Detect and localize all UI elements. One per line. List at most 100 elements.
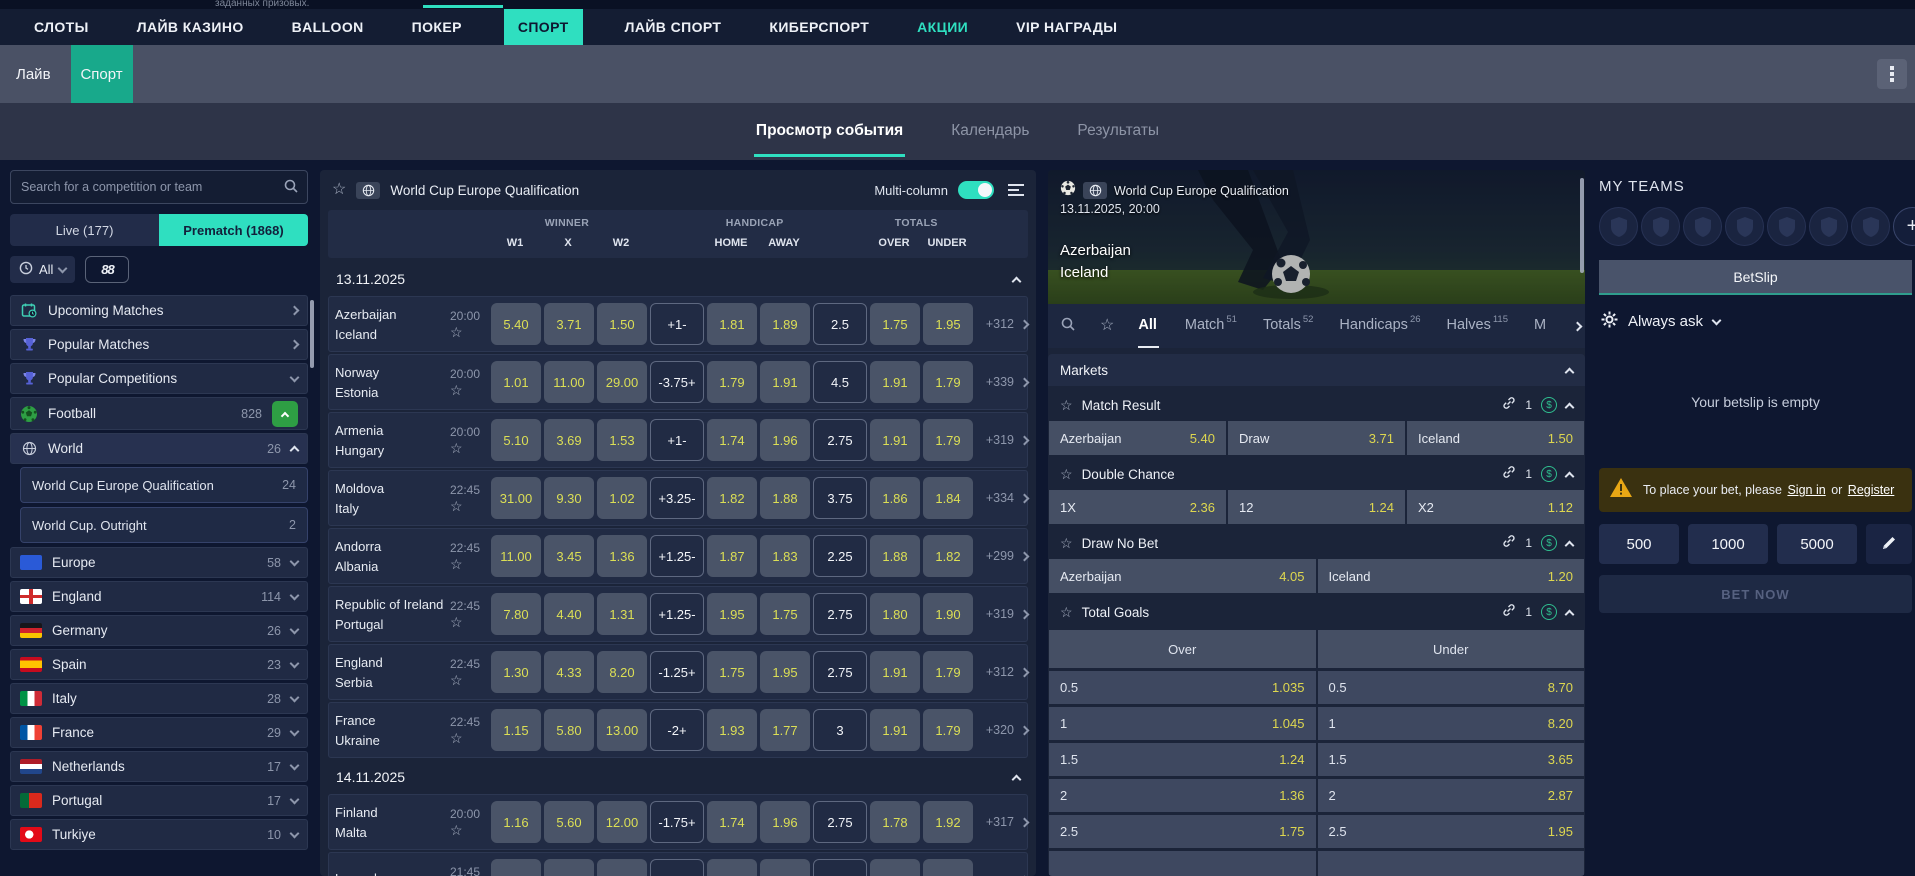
odds-w1-button[interactable]: 1.30 xyxy=(491,651,541,693)
favorite-star-icon[interactable]: ☆ xyxy=(450,325,463,339)
odds-x-button[interactable]: 4.40 xyxy=(544,593,594,635)
odds-w2-button[interactable]: 1.50 xyxy=(597,303,647,345)
under-odds-button[interactable]: 1.5 3.65 xyxy=(1318,743,1585,776)
odds-x-button[interactable]: 3.45 xyxy=(544,535,594,577)
sidebar-scrollbar-thumb[interactable] xyxy=(310,300,314,368)
detail-scrollbar-thumb[interactable] xyxy=(1580,178,1584,273)
match-teams[interactable]: England Serbia xyxy=(335,654,447,691)
stake-1000-button[interactable]: 1000 xyxy=(1688,524,1768,564)
time-filter-dropdown[interactable]: All xyxy=(10,256,75,283)
odds-handicap-away-button[interactable]: 1.96 xyxy=(760,419,810,461)
nav-item[interactable]: ЛАЙВ СПОРТ xyxy=(619,9,728,45)
market-tab[interactable]: Handicaps26 xyxy=(1339,304,1420,348)
odds-over-button[interactable]: 1.86 xyxy=(870,477,920,519)
team-shield-slot[interactable] xyxy=(1641,207,1680,246)
add-team-button[interactable]: + xyxy=(1893,207,1915,246)
team-shield-slot[interactable] xyxy=(1809,207,1848,246)
odds-w2-button[interactable] xyxy=(597,859,647,876)
odds-under-button[interactable]: 1.90 xyxy=(923,593,973,635)
more-markets-link[interactable]: +317 xyxy=(976,815,1028,829)
betslip-tab[interactable]: BetSlip xyxy=(1599,260,1912,293)
odds-x-button[interactable]: 3.69 xyxy=(544,419,594,461)
under-odds-button[interactable]: 1 8.20 xyxy=(1318,707,1585,740)
sidebar-country[interactable]: France 29 xyxy=(10,717,308,748)
accept-mode-dropdown[interactable]: Always ask xyxy=(1599,307,1912,336)
odds-w2-button[interactable]: 29.00 xyxy=(597,361,647,403)
sidebar-country[interactable]: Turkiye 10 xyxy=(10,819,308,850)
team-shield-slot[interactable] xyxy=(1683,207,1722,246)
market-header-match-result[interactable]: ☆ Match Result 1 $ xyxy=(1048,389,1585,421)
total-line-button[interactable]: 2.5 xyxy=(813,303,867,345)
odds-x-button[interactable]: 9.30 xyxy=(544,477,594,519)
odds-over-button[interactable] xyxy=(870,859,920,876)
more-markets-link[interactable]: +339 xyxy=(976,375,1028,389)
search-icon[interactable] xyxy=(1060,316,1076,337)
chevron-right-icon[interactable] xyxy=(1573,321,1583,331)
over-odds-button[interactable]: 0.5 1.035 xyxy=(1049,671,1316,704)
outcome-button[interactable]: 12 1.24 xyxy=(1228,490,1405,524)
odds-over-button[interactable]: 1.91 xyxy=(870,419,920,461)
odds-x-button[interactable] xyxy=(544,859,594,876)
odds-x-button[interactable]: 5.60 xyxy=(544,801,594,843)
subnav-live-tab[interactable]: Лайв xyxy=(0,45,71,103)
nav-item[interactable]: ПОКЕР xyxy=(406,9,468,45)
odds-under-button[interactable]: 1.82 xyxy=(923,535,973,577)
favorite-star-icon[interactable]: ☆ xyxy=(450,673,463,687)
total-line-button[interactable]: 3 xyxy=(813,709,867,751)
odds-over-button[interactable]: 1.75 xyxy=(870,303,920,345)
odds-w1-button[interactable]: 1.15 xyxy=(491,709,541,751)
odds-handicap-away-button[interactable]: 1.91 xyxy=(760,361,810,403)
sidebar-country[interactable]: Netherlands 17 xyxy=(10,751,308,782)
market-header-draw-no-bet[interactable]: ☆ Draw No Bet 1 $ xyxy=(1048,527,1585,559)
view-tab[interactable]: Результаты xyxy=(1075,106,1161,157)
odds-handicap-home-button[interactable] xyxy=(707,859,757,876)
odds-over-button[interactable]: 1.91 xyxy=(870,361,920,403)
odds-under-button[interactable]: 1.79 xyxy=(923,651,973,693)
favorite-star-icon[interactable]: ☆ xyxy=(332,182,346,198)
odds-under-button[interactable] xyxy=(923,859,973,876)
prematch-tab[interactable]: Prematch (1868) xyxy=(159,214,308,246)
subnav-sport-tab[interactable]: Спорт xyxy=(71,45,133,103)
date-group-header[interactable]: 13.11.2025 xyxy=(328,262,1028,296)
favorite-star-icon[interactable]: ☆ xyxy=(450,557,463,571)
odds-handicap-away-button[interactable] xyxy=(760,859,810,876)
outcome-button[interactable]: Iceland 1.50 xyxy=(1407,421,1584,455)
sidebar-country[interactable]: Portugal 17 xyxy=(10,785,308,816)
market-tab[interactable]: Match51 xyxy=(1185,304,1237,348)
odds-handicap-home-button[interactable]: 1.82 xyxy=(707,477,757,519)
team-shield-slot[interactable] xyxy=(1767,207,1806,246)
more-markets-link[interactable]: +334 xyxy=(976,491,1028,505)
odds-handicap-away-button[interactable]: 1.95 xyxy=(760,651,810,693)
match-teams[interactable]: Republic of Ireland Portugal xyxy=(335,596,447,633)
handicap-line-button[interactable]: -2+ xyxy=(650,709,704,751)
total-line-button[interactable]: 2.25 xyxy=(813,535,867,577)
sidebar-country[interactable]: Italy 28 xyxy=(10,683,308,714)
odds-handicap-home-button[interactable]: 1.81 xyxy=(707,303,757,345)
team-shield-slot[interactable] xyxy=(1851,207,1890,246)
odds-w1-button[interactable]: 11.00 xyxy=(491,535,541,577)
odds-over-button[interactable]: 1.80 xyxy=(870,593,920,635)
total-line-button[interactable]: 2.75 xyxy=(813,593,867,635)
handicap-line-button[interactable]: +3.25- xyxy=(650,477,704,519)
bet-builder-button[interactable]: 88 xyxy=(85,256,129,283)
sidebar-item-popular-matches[interactable]: Popular Matches xyxy=(10,329,308,360)
match-teams[interactable]: Azerbaijan Iceland xyxy=(335,306,447,343)
odds-under-button[interactable]: 1.79 xyxy=(923,419,973,461)
odds-handicap-home-button[interactable]: 1.75 xyxy=(707,651,757,693)
date-group-header[interactable]: 14.11.2025 xyxy=(328,760,1028,794)
favorite-star-icon[interactable]: ☆ xyxy=(450,441,463,455)
market-tab[interactable]: Totals52 xyxy=(1263,304,1313,348)
team-shield-slot[interactable] xyxy=(1599,207,1638,246)
match-teams[interactable]: Armenia Hungary xyxy=(335,422,447,459)
live-tab[interactable]: Live (177) xyxy=(10,214,159,246)
match-teams[interactable]: Finland Malta xyxy=(335,804,447,841)
under-odds-button[interactable]: 0.5 8.70 xyxy=(1318,671,1585,704)
odds-w1-button[interactable]: 7.80 xyxy=(491,593,541,635)
outcome-button[interactable]: 1X 2.36 xyxy=(1049,490,1226,524)
outcome-button[interactable]: Iceland 1.20 xyxy=(1318,559,1585,593)
odds-handicap-home-button[interactable]: 1.74 xyxy=(707,801,757,843)
markets-accordion-header[interactable]: Markets xyxy=(1048,354,1585,386)
sidebar-item-upcoming-matches[interactable]: Upcoming Matches xyxy=(10,295,308,326)
column-layout-icon[interactable] xyxy=(1008,184,1024,196)
market-header-total-goals[interactable]: ☆ Total Goals 1 $ xyxy=(1048,596,1585,628)
